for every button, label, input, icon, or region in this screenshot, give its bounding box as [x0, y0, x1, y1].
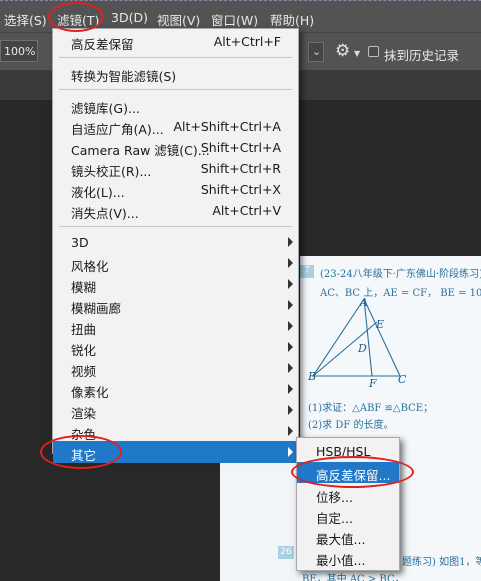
question-part-2: (2)求 DF 的长度。	[308, 420, 394, 431]
menu-item-render[interactable]: 渲染	[53, 400, 298, 421]
menu-item-label: 最大值...	[316, 532, 366, 547]
submenu-item-minimum[interactable]: 最小值...	[297, 547, 399, 568]
question-part-1: (1)求证：△ABF ≌△BCE；	[308, 403, 434, 414]
submenu-item-offset[interactable]: 位移...	[297, 484, 399, 505]
menu-item-convert-smart-filter[interactable]: 转换为智能滤镜(S)	[53, 63, 298, 84]
menu-3d[interactable]: 3D(D)	[111, 10, 148, 25]
point-a-label: A	[360, 296, 368, 309]
submenu-arrow-icon	[288, 342, 293, 352]
menu-item-label: 渲染	[71, 406, 97, 421]
menu-item-blur-gallery[interactable]: 模糊画廊	[53, 295, 298, 316]
menu-item-label: 转换为智能滤镜(S)	[71, 69, 177, 84]
menu-item-label: 视频	[71, 364, 97, 379]
dropdown-button[interactable]: ⌄	[308, 42, 324, 62]
menu-help[interactable]: 帮助(H)	[270, 10, 314, 29]
history-checkbox[interactable]	[368, 46, 379, 57]
document-shadow	[220, 460, 300, 581]
question-line-1: (23-24八年级下·广东佛山·阶段练习) 如	[320, 269, 481, 280]
menu-item-camera-raw[interactable]: Camera Raw 滤镜(C)... Shift+Ctrl+A	[53, 137, 298, 158]
submenu-arrow-icon	[288, 384, 293, 394]
menu-item-label: 模糊画廊	[71, 301, 122, 316]
menu-item-video[interactable]: 视频	[53, 358, 298, 379]
menu-item-distort[interactable]: 扭曲	[53, 316, 298, 337]
menu-item-vanishing-point[interactable]: 消失点(V)... Alt+Ctrl+V	[53, 200, 298, 221]
menu-item-sharpen[interactable]: 锐化	[53, 337, 298, 358]
menu-item-liquify[interactable]: 液化(L)... Shift+Ctrl+X	[53, 179, 298, 200]
menu-separator	[59, 57, 292, 58]
menu-item-label: 自定...	[316, 511, 353, 526]
menu-item-label: 镜头校正(R)...	[71, 164, 152, 179]
question-badge-2: 26	[278, 546, 294, 559]
menu-item-noise[interactable]: 杂色	[53, 421, 298, 442]
question-line-4: BE，其中 AC > BC，	[302, 574, 405, 581]
menu-item-shortcut: Alt+Ctrl+F	[213, 34, 281, 49]
menu-item-3d[interactable]: 3D	[53, 232, 298, 253]
menu-item-adaptive-wide-angle[interactable]: 自适应广角(A)... Alt+Shift+Ctrl+A	[53, 116, 298, 137]
menu-item-other[interactable]: 其它	[53, 441, 298, 463]
menu-window[interactable]: 窗口(W)	[211, 10, 258, 29]
menu-view[interactable]: 视图(V)	[157, 10, 200, 29]
menu-item-label: HSB/HSL	[316, 444, 371, 459]
menu-item-label: 消失点(V)...	[71, 206, 139, 221]
menu-item-label: 锐化	[71, 343, 97, 358]
menu-item-shortcut: Shift+Ctrl+A	[200, 140, 281, 155]
menu-item-stylize[interactable]: 风格化	[53, 253, 298, 274]
submenu-arrow-icon	[288, 405, 293, 415]
menu-item-label: 风格化	[71, 259, 109, 274]
submenu-arrow-icon	[288, 237, 293, 247]
zoom-field[interactable]: 100%	[0, 40, 38, 62]
menu-separator	[59, 226, 292, 227]
menu-item-shortcut: Shift+Ctrl+R	[200, 161, 281, 176]
menu-separator	[59, 89, 292, 90]
submenu-arrow-icon	[288, 258, 293, 268]
point-c-label: C	[398, 373, 407, 386]
submenu-arrow-icon	[288, 426, 293, 436]
question-badge: 7	[300, 265, 314, 278]
caret-down-icon: ▼	[354, 49, 361, 58]
other-submenu: HSB/HSL 高反差保留... 位移... 自定... 最大值... 最小值.…	[296, 437, 400, 571]
menu-filter[interactable]: 滤镜(T)	[57, 10, 99, 29]
submenu-arrow-icon	[288, 363, 293, 373]
menu-item-label: 液化(L)...	[71, 185, 125, 200]
gear-icon[interactable]: ⚙ ▼	[335, 41, 360, 61]
menu-item-label: 自适应广角(A)...	[71, 122, 164, 137]
submenu-item-custom[interactable]: 自定...	[297, 505, 399, 526]
menu-item-label: 位移...	[316, 490, 353, 505]
menu-item-filter-gallery[interactable]: 滤镜库(G)...	[53, 95, 298, 116]
menu-item-shortcut: Alt+Ctrl+V	[212, 203, 281, 218]
menu-select[interactable]: 选择(S)	[4, 10, 47, 29]
filter-menu: 高反差保留 Alt+Ctrl+F 转换为智能滤镜(S) 滤镜库(G)... 自适…	[52, 28, 299, 463]
menu-item-pixelate[interactable]: 像素化	[53, 379, 298, 400]
menu-item-label: 高反差保留	[71, 37, 134, 52]
menu-item-label: 模糊	[71, 280, 97, 295]
menu-item-label: 像素化	[71, 385, 109, 400]
submenu-item-high-pass[interactable]: 高反差保留...	[297, 462, 399, 483]
menu-item-blur[interactable]: 模糊	[53, 274, 298, 295]
submenu-item-hsb-hsl[interactable]: HSB/HSL	[297, 441, 399, 462]
submenu-item-maximum[interactable]: 最大值...	[297, 526, 399, 547]
menu-item-label: 最小值...	[316, 553, 366, 568]
question-line-3: 题练习) 如图1，等	[402, 557, 481, 568]
menu-item-shortcut: Alt+Shift+Ctrl+A	[173, 119, 281, 134]
menu-item-label: 3D	[71, 235, 89, 250]
point-b-label: B	[308, 370, 317, 383]
submenu-arrow-icon	[288, 279, 293, 289]
menu-item-label: 扭曲	[71, 322, 97, 337]
history-checkbox-label: 抹到历史记录	[384, 48, 460, 63]
menu-item-high-pass-last[interactable]: 高反差保留 Alt+Ctrl+F	[53, 31, 298, 52]
submenu-arrow-icon	[288, 447, 293, 457]
submenu-arrow-icon	[288, 321, 293, 331]
menu-item-label: Camera Raw 滤镜(C)...	[71, 143, 210, 158]
menu-item-shortcut: Shift+Ctrl+X	[200, 182, 281, 197]
triangle-figure	[311, 298, 401, 377]
menu-item-lens-correction[interactable]: 镜头校正(R)... Shift+Ctrl+R	[53, 158, 298, 179]
menu-item-label: 滤镜库(G)...	[71, 101, 140, 116]
point-e-label: E	[376, 318, 385, 331]
menu-item-label: 其它	[71, 448, 97, 463]
submenu-arrow-icon	[288, 300, 293, 310]
menu-item-label: 高反差保留...	[316, 468, 391, 483]
point-d-label: D	[358, 342, 367, 355]
point-f-label: F	[369, 377, 377, 390]
chevron-down-icon: ⌄	[312, 45, 322, 58]
